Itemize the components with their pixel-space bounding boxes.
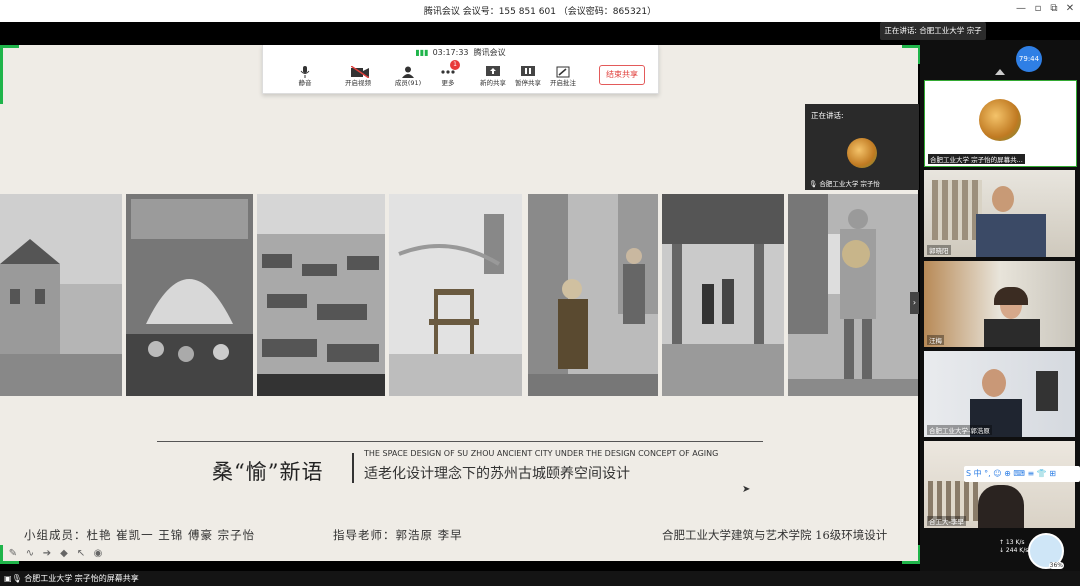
participant-name: 郭晓阳: [927, 245, 951, 255]
camera-tripod: [1036, 371, 1058, 411]
participant-name: 合工大-李早: [927, 516, 966, 526]
slide-advisors: 指导老师：郭浩原 李早: [333, 528, 463, 542]
pause-icon: [521, 63, 535, 76]
speaker-avatar: [847, 138, 877, 168]
assistant-icon[interactable]: 36%: [1028, 533, 1064, 569]
pointer-icon[interactable]: ↖: [74, 548, 88, 562]
collapse-panel-button[interactable]: ›: [910, 292, 919, 314]
window-title: 腾讯会议 会议号：155 851 601 （会议密码：865321）: [423, 7, 657, 17]
video-button[interactable]: 开启视频: [335, 63, 381, 87]
photo-canal: [0, 194, 122, 396]
microphone-icon: 🎙: [11, 574, 22, 583]
title-rule: [157, 441, 763, 442]
screen-share-icon: ▣: [4, 574, 12, 583]
photo-chair: [389, 194, 522, 396]
participant-name: 汪梅: [927, 335, 944, 345]
end-share-button[interactable]: 结束共享: [599, 65, 645, 85]
photo-street: [662, 194, 784, 396]
person-body: [984, 319, 1040, 347]
participant-tile[interactable]: 郭晓阳: [924, 170, 1075, 257]
more-badge: 1: [450, 60, 460, 70]
slide-title-en: THE SPACE DESIGN OF SU ZHOU ANCIENT CITY…: [364, 449, 719, 458]
window-titlebar: 腾讯会议 会议号：155 851 601 （会议密码：865321） — ▫ ⧉…: [0, 0, 1080, 22]
participant-tile[interactable]: 合工大-李早: [924, 441, 1075, 528]
speaker-header: 正在讲话:: [811, 111, 844, 120]
annotation-tools: ✎ ∿ ➔ ◆ ↖ ◉: [6, 541, 108, 559]
person-head: [992, 186, 1014, 212]
arrow-icon[interactable]: ➔: [40, 548, 54, 562]
bookshelf: [928, 481, 978, 521]
photo-alley-elderly: [528, 194, 658, 396]
countdown-timer: 79:44: [1016, 46, 1042, 72]
microphone-icon: 🎙: [809, 180, 818, 188]
person-body: [976, 214, 1046, 257]
participant-name: 合肥工业大学 宗子怡的屏幕共...: [928, 154, 1025, 164]
speaker-name: 🎙 合肥工业大学 宗子怡: [809, 180, 880, 188]
participant-tile[interactable]: 合肥工业大学 宗子怡的屏幕共...: [924, 80, 1077, 167]
curve-icon[interactable]: ∿: [23, 548, 37, 562]
share-icon: [486, 63, 500, 76]
participant-name: 合肥工业大学-郭浩原: [927, 425, 992, 435]
mouse-cursor-icon: ➤: [742, 484, 751, 495]
mute-button[interactable]: 静音: [282, 63, 328, 87]
ime-toolbar[interactable]: S 中 °, ☺ ⊕ ⌨ ≡ 👕 ⊞: [964, 466, 1080, 482]
person-hair: [978, 485, 1024, 528]
share-border-tl: [0, 45, 19, 104]
members-icon: [401, 63, 415, 78]
speaking-indicator: 正在讲话: 合肥工业大学 宗子怡;: [880, 22, 986, 53]
scroll-up-icon[interactable]: [995, 69, 1005, 75]
avatar: [979, 99, 1021, 141]
participant-tile[interactable]: 汪梅: [924, 261, 1075, 347]
network-speed: ↑ 13 K/s ↓ 244 K/s: [999, 539, 1029, 554]
eraser-icon[interactable]: ◆: [57, 548, 71, 562]
participant-tile[interactable]: 合肥工业大学-郭浩原: [924, 351, 1075, 437]
restore-button[interactable]: ▫: [1031, 3, 1045, 14]
person-hair: [994, 287, 1028, 305]
photo-elderly-fan: [788, 194, 918, 396]
signal-icon: ▮▮▮: [415, 48, 429, 57]
close-button[interactable]: ✕: [1063, 3, 1077, 14]
tile-button[interactable]: ⧉: [1047, 3, 1061, 14]
meeting-timer: ▮▮▮ 03:17:33 腾讯会议: [415, 48, 506, 57]
slide-school: 合肥工业大学建筑与艺术学院 16级环境设计: [662, 528, 888, 542]
record-icon[interactable]: ◉: [91, 548, 105, 562]
microphone-icon: [298, 63, 312, 78]
more-button[interactable]: 更多: [425, 63, 471, 87]
meeting-toolbar: ▮▮▮ 03:17:33 腾讯会议 静音 开启视频 成员(91) 更多 新的共享 …: [262, 45, 659, 94]
pen-icon[interactable]: ✎: [6, 548, 20, 562]
share-border-br: [902, 545, 921, 564]
share-border-tr: [902, 45, 921, 64]
photo-rooftops: [257, 194, 385, 396]
slide-subtitle: 适老化设计理念下的苏州古城颐养空间设计: [364, 466, 630, 482]
bookshelf: [932, 180, 982, 240]
video-off-icon: [350, 63, 370, 79]
share-status-text: ▣🎙 合肥工业大学 宗子怡的屏幕共享: [4, 574, 139, 583]
minimize-button[interactable]: —: [1014, 3, 1028, 14]
title-divider: [352, 453, 354, 483]
annotate-button[interactable]: 开启批注: [540, 63, 586, 87]
annotate-icon: [556, 63, 570, 78]
slide-title: 桑“愉”新语: [212, 460, 324, 484]
person-head: [982, 369, 1006, 397]
bottom-status-bar: ▣🎙 合肥工业大学 宗子怡的屏幕共享: [0, 571, 1080, 586]
photo-opera-stage: [126, 194, 253, 396]
speaker-card: 正在讲话: 🎙 合肥工业大学 宗子怡: [805, 104, 919, 190]
